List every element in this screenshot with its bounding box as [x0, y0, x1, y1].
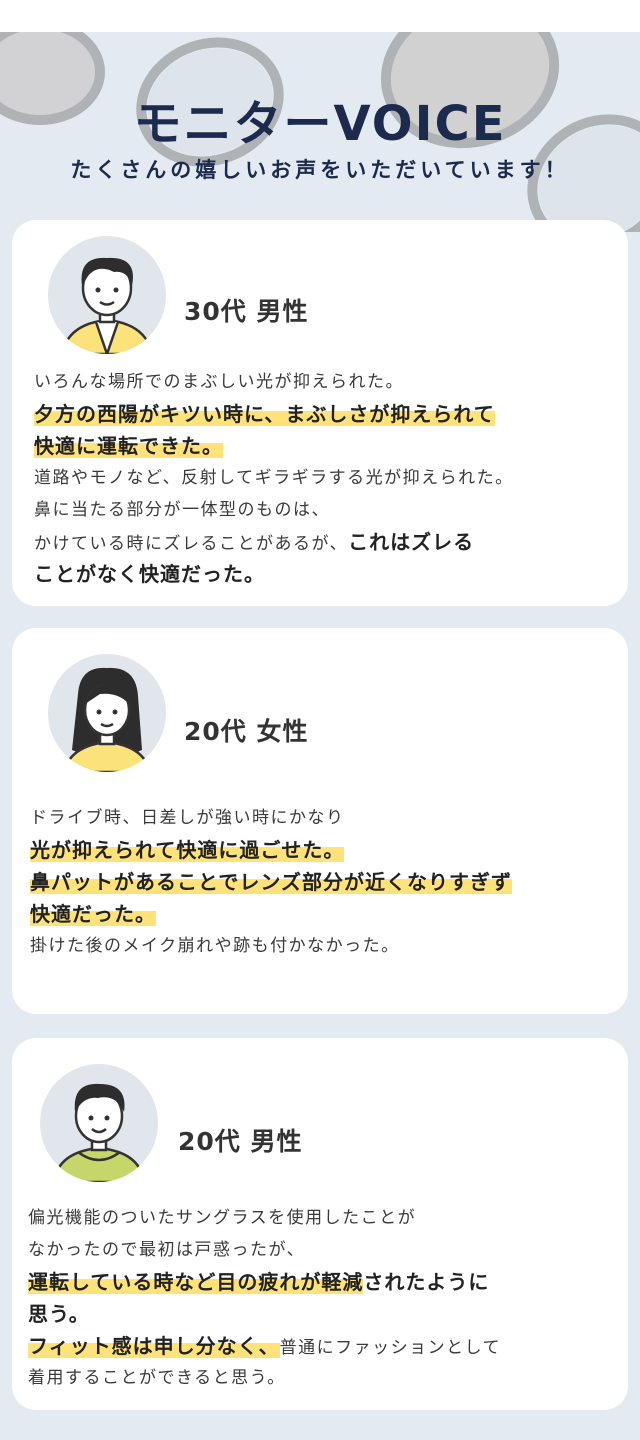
plain-text: なかったので最初は戸惑ったが、	[28, 1240, 306, 1260]
plain-text: 普通にファッションとして	[279, 1338, 502, 1358]
highlighted-text: フィット感は申し分なく、	[28, 1334, 280, 1358]
text-line: なかったので最初は戸惑ったが、	[28, 1234, 618, 1266]
plain-text: 着用することができると思う。	[28, 1368, 286, 1388]
testimonial-card: 20代 男性 偏光機能のついたサングラスを使用したことが なかったので最初は戸惑…	[12, 1038, 628, 1410]
testimonial-text: いろんな場所でのまぶしい光が抑えられた。 夕方の西陽がキツい時に、まぶしさが抑え…	[34, 366, 624, 590]
plain-text: 掛けた後のメイク崩れや跡も付かなかった。	[30, 936, 400, 956]
man-avatar-icon	[48, 236, 166, 354]
text-line: ドライブ時、日差しが強い時にかなり	[30, 802, 620, 834]
highlighted-text: 光が抑えられて快適に過ごせた。	[30, 838, 345, 862]
text-line: 快適だった。	[30, 898, 620, 930]
text-line: フィット感は申し分なく、普通にファッションとして	[28, 1330, 618, 1362]
hero-banner: モニターVOICE たくさんの嬉しいお声をいただいています！	[0, 32, 640, 232]
text-line: いろんな場所でのまぶしい光が抑えられた。	[34, 366, 624, 398]
text-line: 光が抑えられて快適に過ごせた。	[30, 834, 620, 866]
top-strip	[0, 0, 640, 32]
highlighted-text: 快適だった。	[30, 902, 156, 926]
woman-avatar-icon	[48, 654, 166, 772]
page-subtitle: たくさんの嬉しいお声をいただいています！	[70, 158, 570, 182]
highlighted-text: 鼻パットがあることでレンズ部分が近くなりすぎず	[30, 870, 512, 894]
highlighted-text: 夕方の西陽がキツい時に、まぶしさが抑えられて	[34, 402, 495, 426]
highlighted-text: 運転している時など目の疲れが軽減	[28, 1270, 364, 1294]
text-line: かけている時にズレることがあるが、これはズレる	[34, 526, 624, 558]
testimonial-card: 20代 女性 ドライブ時、日差しが強い時にかなり 光が抑えられて快適に過ごせた。…	[12, 628, 628, 1014]
text-line: 夕方の西陽がキツい時に、まぶしさが抑えられて	[34, 398, 624, 430]
plain-text: ドライブ時、日差しが強い時にかなり	[30, 808, 345, 828]
testimonial-text: ドライブ時、日差しが強い時にかなり 光が抑えられて快適に過ごせた。 鼻パットがあ…	[30, 802, 620, 962]
plain-text: いろんな場所でのまぶしい光が抑えられた。	[34, 372, 404, 392]
bold-text: これはズレる	[348, 530, 475, 554]
boy-hoodie-avatar-icon	[40, 1064, 158, 1182]
bold-text: ことがなく快適だった。	[34, 562, 265, 586]
text-line: 道路やモノなど、反射してギラギラする光が抑えられた。	[34, 462, 624, 494]
text-line: 鼻に当たる部分が一体型のものは、	[34, 494, 624, 526]
bold-text: されたように	[363, 1270, 490, 1294]
reviewer-label: 20代 男性	[178, 1127, 303, 1156]
text-line: 偏光機能のついたサングラスを使用したことが	[28, 1202, 618, 1234]
testimonial-card: 30代 男性 いろんな場所でのまぶしい光が抑えられた。 夕方の西陽がキツい時に、…	[12, 220, 628, 606]
text-line: 掛けた後のメイク崩れや跡も付かなかった。	[30, 930, 620, 962]
testimonial-text: 偏光機能のついたサングラスを使用したことが なかったので最初は戸惑ったが、 運転…	[28, 1202, 618, 1394]
text-line: 快適に運転できた。	[34, 430, 624, 462]
plain-text: 偏光機能のついたサングラスを使用したことが	[28, 1208, 417, 1228]
text-line: 鼻パットがあることでレンズ部分が近くなりすぎず	[30, 866, 620, 898]
bold-text: 思う。	[28, 1302, 90, 1326]
text-line: ことがなく快適だった。	[34, 558, 624, 590]
plain-text: 道路やモノなど、反射してギラギラする光が抑えられた。	[34, 468, 514, 488]
reviewer-label: 30代 男性	[184, 297, 309, 326]
reviewer-label: 20代 女性	[184, 717, 309, 746]
plain-text: かけている時にズレることがあるが、	[34, 534, 349, 554]
text-line: 運転している時など目の疲れが軽減されたように	[28, 1266, 618, 1298]
text-line: 着用することができると思う。	[28, 1362, 618, 1394]
highlighted-text: 快適に運転できた。	[34, 434, 223, 458]
page-title: モニターVOICE	[133, 96, 507, 152]
plain-text: 鼻に当たる部分が一体型のものは、	[34, 500, 330, 520]
text-line: 思う。	[28, 1298, 618, 1330]
